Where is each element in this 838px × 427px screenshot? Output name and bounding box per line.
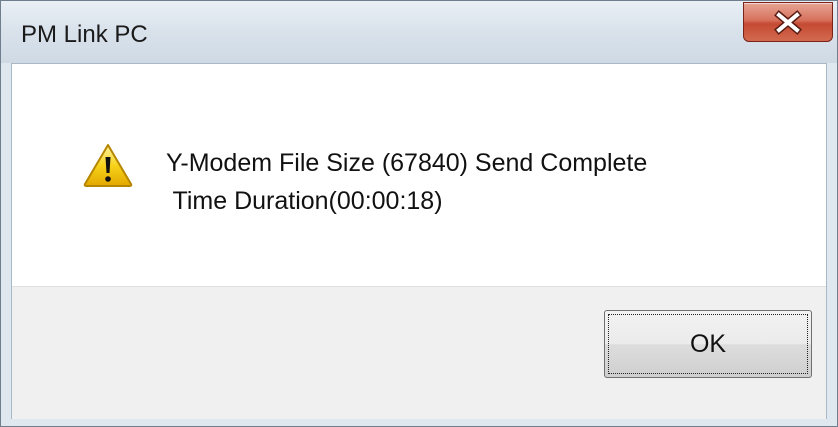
title-bar[interactable]: PM Link PC [1, 1, 837, 63]
ok-button-label: OK [689, 329, 727, 358]
message-dialog: PM Link PC Y-Modem File Size (67840) Sen… [0, 0, 838, 427]
dialog-content: Y-Modem File Size (67840) Send Complete … [11, 63, 827, 419]
message-line-1: Y-Modem File Size (67840) Send Complete [166, 149, 648, 177]
ok-button-focus-ring: OK [608, 314, 808, 374]
close-button[interactable] [743, 2, 833, 42]
message-text: Y-Modem File Size (67840) Send Complete … [166, 144, 647, 220]
warning-icon [83, 144, 133, 187]
message-line-2: Time Duration(00:00:18) [166, 187, 443, 215]
window-title: PM Link PC [21, 21, 148, 48]
ok-button[interactable]: OK [604, 310, 812, 378]
close-icon [774, 10, 802, 35]
